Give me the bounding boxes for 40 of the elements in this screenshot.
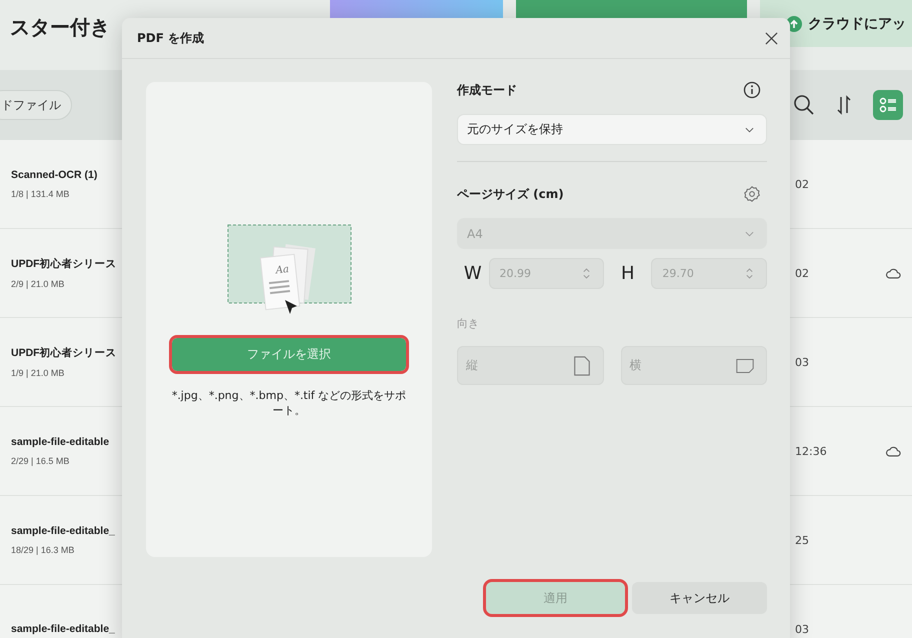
file-name[interactable]: UPDF初心者シリース	[11, 346, 117, 360]
support-text: *.jpg、*.png、*.bmp、*.tif などの形式をサポート。	[170, 388, 408, 418]
page-size-label: ページサイズ (cm)	[457, 186, 564, 202]
list-icon	[878, 95, 898, 115]
settings-icon[interactable]	[743, 185, 761, 203]
chevron-down-icon	[745, 126, 754, 132]
filter-chip[interactable]: ドファイル	[0, 90, 72, 120]
cancel-button[interactable]: キャンセル	[632, 582, 767, 614]
file-meta: 2/9 | 21.0 MB	[11, 279, 64, 289]
portrait-page-icon	[572, 356, 590, 376]
file-meta: 1/8 | 131.4 MB	[11, 189, 70, 199]
file-date: 12:36	[795, 444, 828, 458]
file-meta: 2/29 | 16.5 MB	[11, 456, 70, 466]
file-name[interactable]: Scanned-OCR (1)	[11, 169, 98, 181]
height-label: H	[620, 263, 636, 284]
mode-label: 作成モード	[457, 82, 517, 98]
file-meta: 1/9 | 21.0 MB	[11, 368, 64, 378]
spinner-icon	[582, 267, 592, 280]
illustration-label: Aa	[275, 264, 290, 276]
file-date: 25	[795, 534, 810, 546]
list-view-button[interactable]	[873, 90, 903, 120]
close-icon[interactable]	[765, 32, 778, 44]
file-name[interactable]: sample-file-editable_	[11, 623, 115, 635]
spinner-icon	[744, 267, 754, 280]
file-name[interactable]: sample-file-editable_	[11, 525, 115, 537]
mode-dropdown[interactable]: 元のサイズを保持	[457, 114, 767, 145]
dialog-title: PDF を作成	[137, 30, 204, 46]
file-date: 02	[795, 266, 810, 280]
orientation-label: 向き	[457, 316, 480, 331]
file-date: 02	[795, 178, 810, 190]
file-name[interactable]: sample-file-editable	[11, 436, 110, 448]
width-label: W	[462, 263, 483, 284]
file-date: 03	[795, 622, 810, 636]
file-name[interactable]: UPDF初心者シリース	[11, 257, 117, 271]
search-icon[interactable]	[793, 94, 815, 116]
chevron-down-icon	[745, 230, 754, 236]
file-date: 03	[795, 356, 810, 368]
info-icon[interactable]	[743, 81, 761, 99]
file-meta: 18/29 | 16.3 MB	[11, 545, 74, 555]
page-title: スター付き	[10, 14, 110, 41]
